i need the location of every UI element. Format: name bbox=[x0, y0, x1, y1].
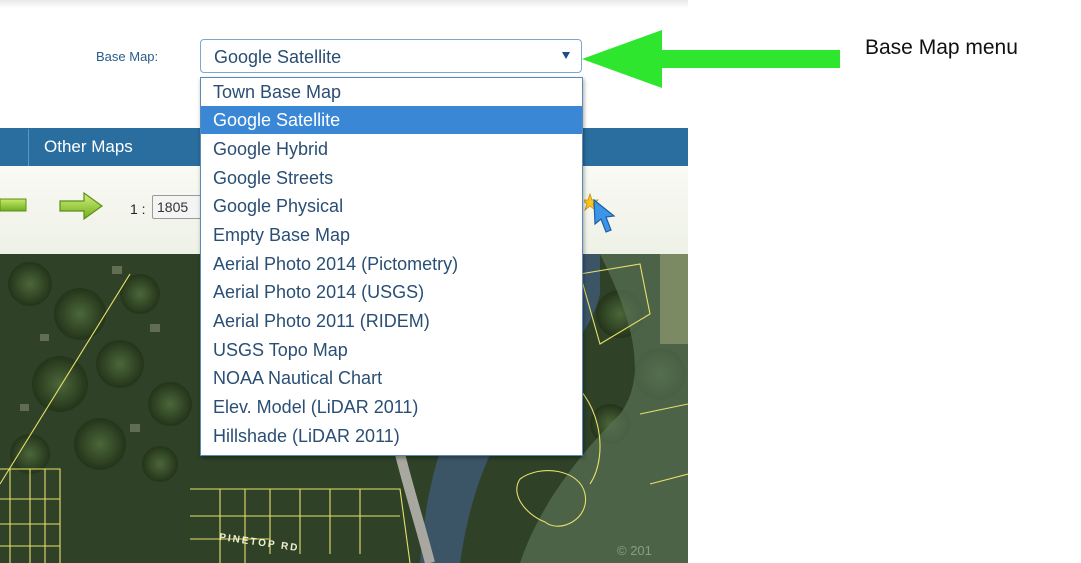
base-map-selected-value: Google Satellite bbox=[214, 47, 342, 67]
scale-prefix: 1 : bbox=[130, 201, 146, 217]
base-map-option[interactable]: Aerial Photo 2014 (Pictometry) bbox=[201, 250, 582, 278]
base-map-option[interactable]: Google Physical bbox=[201, 192, 582, 220]
base-map-option-selected[interactable]: Google Satellite bbox=[201, 106, 582, 134]
base-map-option[interactable]: Google Streets bbox=[201, 164, 582, 192]
pan-right-arrow-icon[interactable] bbox=[58, 191, 104, 221]
callout-arrow-icon bbox=[582, 30, 840, 88]
base-map-option[interactable]: Google Hybrid bbox=[201, 135, 582, 163]
base-map-option[interactable]: Empty Base Map bbox=[201, 221, 582, 249]
base-map-option[interactable]: NOAA Nautical Chart bbox=[201, 364, 582, 392]
callout-label: Base Map menu bbox=[865, 36, 1018, 59]
tab-other-maps[interactable]: Other Maps bbox=[44, 137, 133, 157]
scale-input[interactable]: 1805 bbox=[152, 195, 204, 219]
header-strip bbox=[0, 0, 688, 8]
scale-value: 1805 bbox=[157, 199, 189, 215]
base-map-dropdown[interactable]: Town Base Map Google Satellite Google Hy… bbox=[200, 77, 583, 456]
map-copyright: © 201 bbox=[617, 543, 652, 558]
tab-divider bbox=[28, 129, 29, 167]
base-map-label: Base Map: bbox=[96, 49, 159, 64]
base-map-option[interactable]: Elev. Model (LiDAR 2011) bbox=[201, 393, 582, 421]
pan-left-arrow-icon[interactable] bbox=[0, 192, 30, 218]
base-map-option[interactable]: USGS Topo Map bbox=[201, 336, 582, 364]
base-map-option[interactable]: Aerial Photo 2014 (USGS) bbox=[201, 278, 582, 306]
base-map-option[interactable]: Town Base Map bbox=[201, 78, 582, 106]
base-map-option[interactable]: Hillshade (LiDAR 2011) bbox=[201, 422, 582, 450]
select-pointer-icon[interactable] bbox=[584, 190, 620, 236]
base-map-select[interactable]: Google Satellite bbox=[200, 39, 582, 73]
base-map-option[interactable]: Aerial Photo 2011 (RIDEM) bbox=[201, 307, 582, 335]
